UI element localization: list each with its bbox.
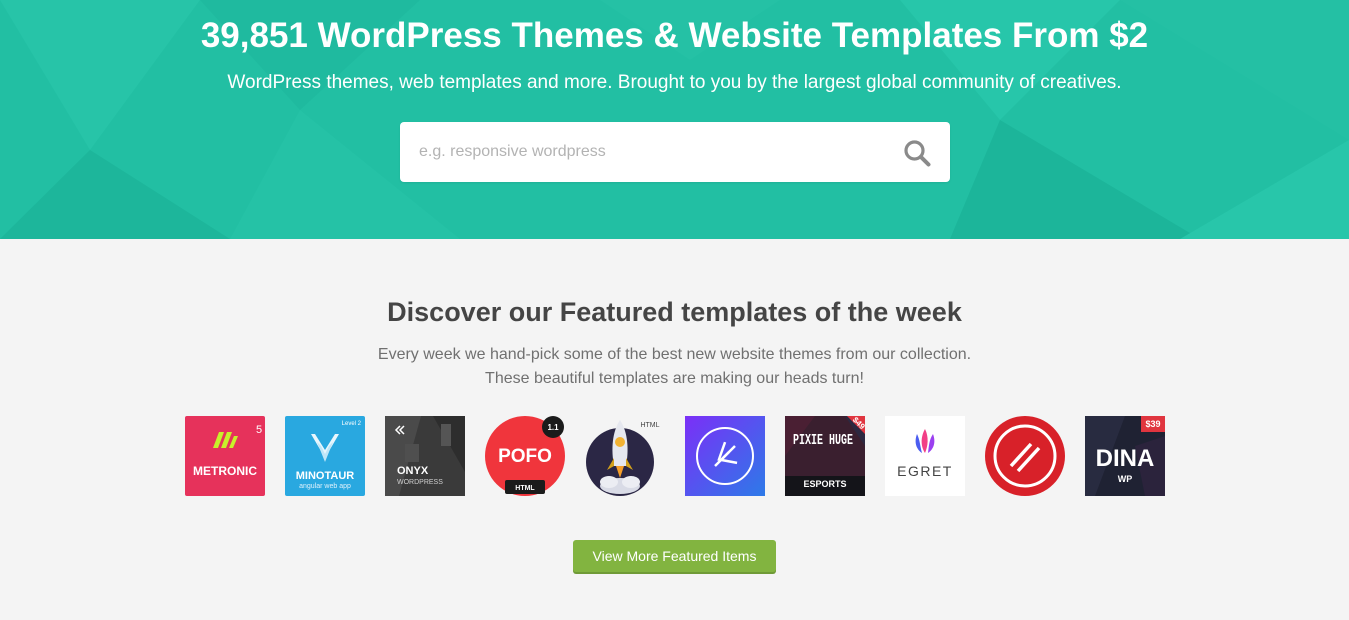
featured-item-rocket[interactable]: HTML — [585, 416, 665, 496]
featured-description-line-2: These beautiful templates are making our… — [485, 370, 864, 387]
search-icon[interactable] — [900, 136, 934, 170]
dina-thumbnail: DINA WP $39 — [1085, 416, 1165, 496]
minotaur-label: MINOTAUR — [296, 470, 355, 482]
pofo-thumbnail: POFO 1.1 HTML — [485, 416, 565, 496]
s-theme-thumbnail — [685, 416, 765, 496]
hero-subtitle: WordPress themes, web templates and more… — [227, 72, 1122, 93]
featured-item-minotaur[interactable]: Level 2 MINOTAUR angular web app — [285, 416, 365, 496]
featured-item-pixie-huge[interactable]: PIXIE HUGE ESPORTS $49 — [785, 416, 865, 496]
metronic-thumbnail: 5 METRONIC — [185, 416, 265, 496]
rocket-tag: HTML — [640, 422, 659, 429]
metronic-badge: 5 — [256, 424, 262, 436]
pixie-huge-tagline: ESPORTS — [803, 479, 846, 489]
rocket-thumbnail: HTML — [585, 416, 665, 496]
onyx-tagline: WORDPRESS — [397, 479, 443, 486]
pixie-huge-thumbnail: PIXIE HUGE ESPORTS $49 — [785, 416, 865, 496]
featured-description-line-1: Every week we hand-pick some of the best… — [377, 346, 972, 363]
minotaur-badge: Level 2 — [342, 421, 362, 427]
featured-item-s-theme[interactable] — [685, 416, 765, 496]
featured-item-dina[interactable]: DINA WP $39 — [1085, 416, 1165, 496]
search-input[interactable] — [400, 122, 870, 182]
pofo-label: POFO — [498, 446, 552, 467]
hero-title: 39,851 WordPress Themes & Website Templa… — [200, 16, 1149, 55]
dina-tagline: WP — [1118, 474, 1133, 484]
featured-item-red-theme[interactable] — [985, 416, 1065, 496]
onyx-label: ONYX — [397, 465, 429, 477]
featured-item-pofo[interactable]: POFO 1.1 HTML — [485, 416, 565, 496]
egret-label: EGRET — [897, 463, 953, 479]
featured-description: Every week we hand-pick some of the best… — [0, 343, 1349, 391]
red-theme-thumbnail — [985, 416, 1065, 496]
egret-thumbnail: EGRET — [885, 416, 965, 496]
featured-item-egret[interactable]: EGRET — [885, 416, 965, 496]
hero-banner: 39,851 WordPress Themes & Website Templa… — [0, 0, 1349, 239]
onyx-thumbnail: ONYX WORDPRESS — [385, 416, 465, 496]
view-more-featured-button[interactable]: View More Featured Items — [573, 540, 776, 572]
pofo-tag: HTML — [515, 485, 535, 492]
pofo-badge: 1.1 — [547, 423, 559, 432]
dina-label: DINA — [1096, 445, 1155, 472]
featured-item-metronic[interactable]: 5 METRONIC — [185, 416, 265, 496]
featured-section: Discover our Featured templates of the w… — [0, 239, 1349, 572]
minotaur-thumbnail: Level 2 MINOTAUR angular web app — [285, 416, 365, 496]
featured-items-row: 5 METRONIC Level 2 MINOTAUR angular web … — [185, 416, 1165, 496]
minotaur-tagline: angular web app — [299, 483, 351, 490]
featured-heading: Discover our Featured templates of the w… — [387, 297, 962, 327]
pixie-huge-label: PIXIE HUGE — [793, 432, 853, 449]
dina-badge: $39 — [1145, 419, 1160, 429]
featured-item-onyx[interactable]: ONYX WORDPRESS — [385, 416, 465, 496]
metronic-label: METRONIC — [193, 464, 257, 478]
search-bar — [400, 122, 950, 182]
